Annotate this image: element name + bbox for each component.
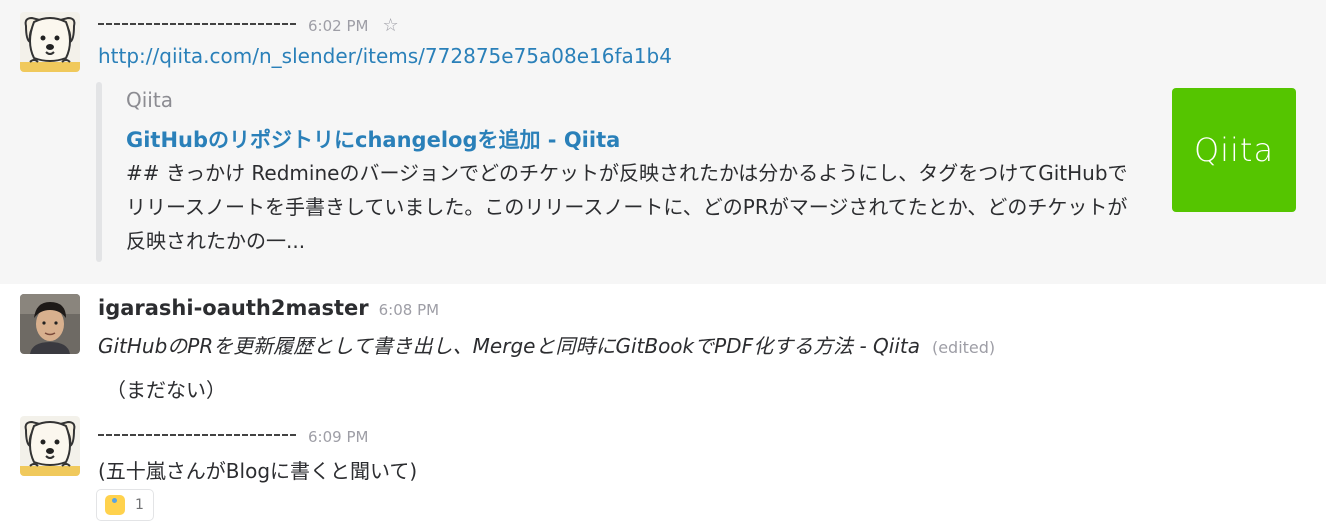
- attachment-bar: [96, 82, 102, 262]
- sender-name[interactable]: igarashi-oauth2master: [98, 296, 369, 320]
- message-meta: igarashi-oauth2master 6:08 PM: [98, 296, 439, 320]
- reaction-button[interactable]: 1: [96, 489, 154, 521]
- message-2: igarashi-oauth2master 6:08 PM GitHubのPRを…: [0, 284, 1326, 409]
- user-photo-avatar[interactable]: [20, 294, 80, 354]
- message-link-line: http://qiita.com/n_slender/items/772875e…: [98, 44, 672, 68]
- attachment-service-name: Qiita: [126, 88, 173, 112]
- message-3: makoto_kuroeda 6:09 PM (五十嵐さんがBlogに書くと聞い…: [0, 409, 1326, 532]
- message-meta: makoto_kuroeda 6:09 PM: [98, 423, 368, 447]
- link-preview-attachment: Qiita GitHubのリポジトリにchangelogを追加 - Qiita …: [96, 82, 1306, 262]
- message-text: (五十嵐さんがBlogに書くと聞いて): [98, 459, 418, 483]
- reaction-count: 1: [135, 497, 144, 513]
- dog-avatar[interactable]: [20, 416, 80, 476]
- message-text-content: GitHubのPRを更新履歴として書き出し、Mergeと同時にGitBookでP…: [98, 334, 920, 358]
- sender-name[interactable]: makoto_kuroeda: [98, 12, 298, 32]
- attachment-title-link[interactable]: GitHubのリポジトリにchangelogを追加 - Qiita: [126, 124, 620, 154]
- message-text: GitHubのPRを更新履歴として書き出し、Mergeと同時にGitBookでP…: [98, 330, 995, 359]
- edited-label: (edited): [931, 338, 996, 357]
- message-1: makoto_kuroeda 6:02 PM ☆ http://qiita.co…: [0, 0, 1326, 284]
- timestamp[interactable]: 6:08 PM: [379, 301, 439, 319]
- message-text-continuation: （まだない）: [106, 378, 226, 402]
- star-icon[interactable]: ☆: [382, 15, 398, 36]
- dog-avatar[interactable]: [20, 12, 80, 72]
- attachment-description: ## きっかけ Redmineのバージョンでどのチケットが反映されたかは分かるよ…: [126, 161, 1128, 253]
- qiita-logo-thumbnail[interactable]: Qiita: [1172, 88, 1296, 212]
- shared-link[interactable]: http://qiita.com/n_slender/items/772875e…: [98, 44, 672, 68]
- timestamp[interactable]: 6:09 PM: [308, 428, 368, 446]
- raised-hand-emoji-icon: [105, 495, 125, 515]
- message-meta: makoto_kuroeda 6:02 PM ☆: [98, 12, 399, 36]
- timestamp[interactable]: 6:02 PM: [308, 17, 368, 35]
- sender-name[interactable]: makoto_kuroeda: [98, 423, 298, 443]
